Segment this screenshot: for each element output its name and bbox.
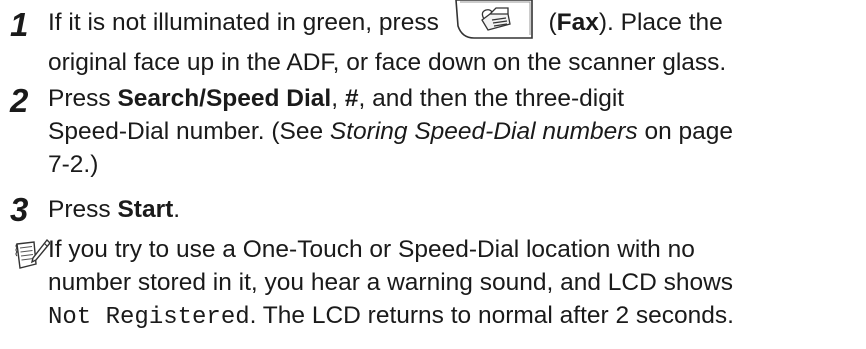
step-1: 1 If it is not illuminated in green, pre… [10,0,860,82]
note-pencil-icon [15,238,50,269]
lcd-message: Not Registered [48,304,250,331]
note-text-line: If you try to use a One-Touch or Speed-D… [48,236,695,263]
note-text-line: Not Registered. The LCD returns to norma… [48,302,734,331]
step-number: 1 [10,6,29,43]
step-text-line: original face up in the ADF, or face dow… [48,49,727,76]
note-text-line: number stored in it, you hear a warning … [48,269,734,296]
step-number: 3 [10,191,29,228]
step-text-line: Press Start. [48,196,181,223]
step-text-line: Speed-Dial number. (See Storing Speed-Di… [48,118,734,145]
step-text-line: Press Search/Speed Dial, #, and then the… [48,85,625,112]
step-3: 3 Press Start. [10,193,860,233]
note-block: If you try to use a One-Touch or Speed-D… [10,236,860,346]
step-2: 2 Press Search/Speed Dial, #, and then t… [10,84,860,194]
step-text-line: If it is not illuminated in green, press… [48,0,723,40]
step-text-line: 7-2.) [48,151,99,178]
fax-key-icon [454,0,533,39]
step-number: 2 [10,82,29,119]
manual-page: 1 If it is not illuminated in green, pre… [0,0,866,349]
